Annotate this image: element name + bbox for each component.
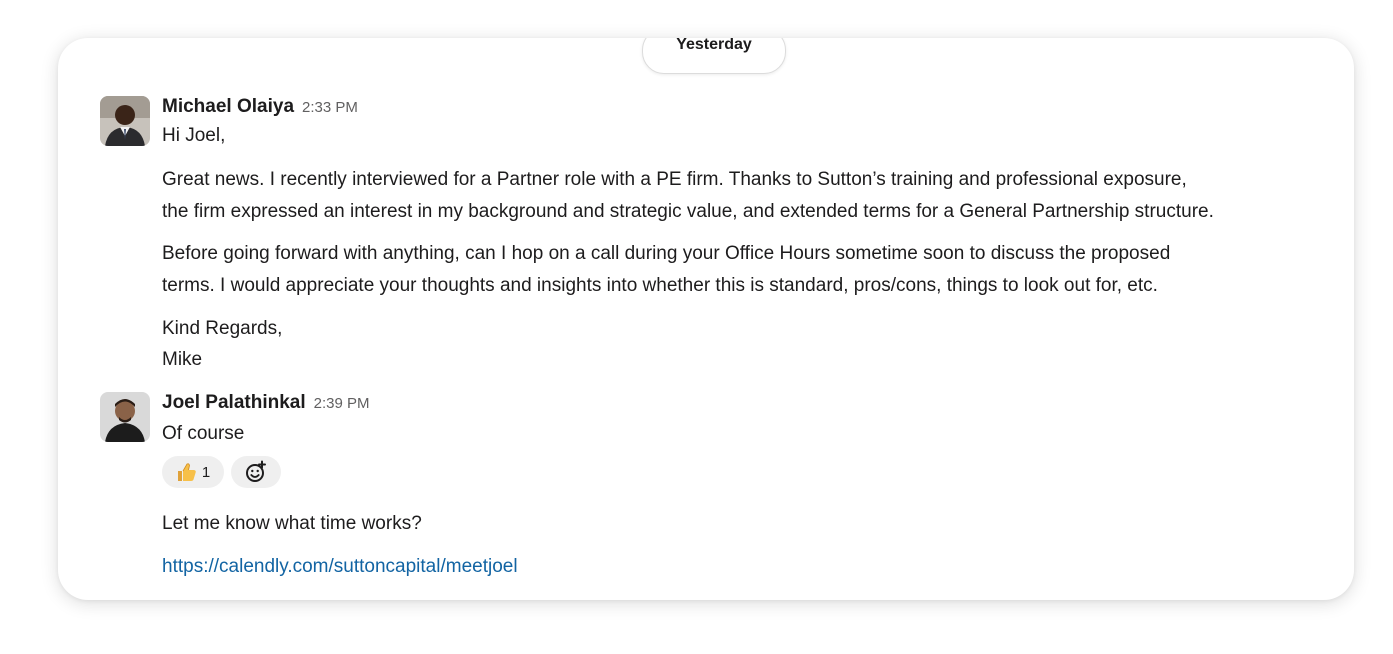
message-line: Let me know what time works? xyxy=(162,513,422,534)
add-reaction-button[interactable] xyxy=(231,456,281,488)
avatar-michael-olaiya[interactable] xyxy=(100,96,150,146)
avatar-joel-palathinkal[interactable] xyxy=(100,392,150,442)
message-header: Joel Palathinkal 2:39 PM xyxy=(162,392,370,414)
avatar-image xyxy=(100,392,150,442)
message-header: Michael Olaiya 2:33 PM xyxy=(162,96,358,118)
message-pane: Yesterday Michael Olaiya 2:33 PM Hi Joel,… xyxy=(58,38,1354,600)
message-line: Kind Regards, xyxy=(162,318,283,339)
message-line: Great news. I recently interviewed for a… xyxy=(162,169,1187,190)
date-divider-button[interactable]: Yesterday xyxy=(642,38,786,74)
message-line: Of course xyxy=(162,423,245,444)
message-link-row: https://calendly.com/suttoncapital/meetj… xyxy=(162,551,518,583)
avatar-image xyxy=(100,96,150,146)
message-line: terms. I would appreciate your thoughts … xyxy=(162,275,1158,296)
author-name[interactable]: Joel Palathinkal xyxy=(162,392,306,413)
author-name[interactable]: Michael Olaiya xyxy=(162,96,294,117)
reaction-count: 1 xyxy=(201,463,211,481)
calendly-link[interactable]: https://calendly.com/suttoncapital/meetj… xyxy=(162,556,518,577)
date-divider-label: Yesterday xyxy=(676,38,752,53)
message-timestamp[interactable]: 2:39 PM xyxy=(314,395,370,412)
thumbs-up-icon xyxy=(177,463,196,481)
reaction-thumbs-up[interactable]: 1 xyxy=(162,456,224,488)
message-line: Before going forward with anything, can … xyxy=(162,243,1171,264)
add-reaction-icon xyxy=(246,460,266,482)
message-line: the firm expressed an interest in my bac… xyxy=(162,201,1214,222)
message-line: Hi Joel, xyxy=(162,125,226,146)
message-line: Mike xyxy=(162,349,203,370)
reactions-bar: 1 xyxy=(162,456,281,488)
message-timestamp[interactable]: 2:33 PM xyxy=(302,99,358,116)
